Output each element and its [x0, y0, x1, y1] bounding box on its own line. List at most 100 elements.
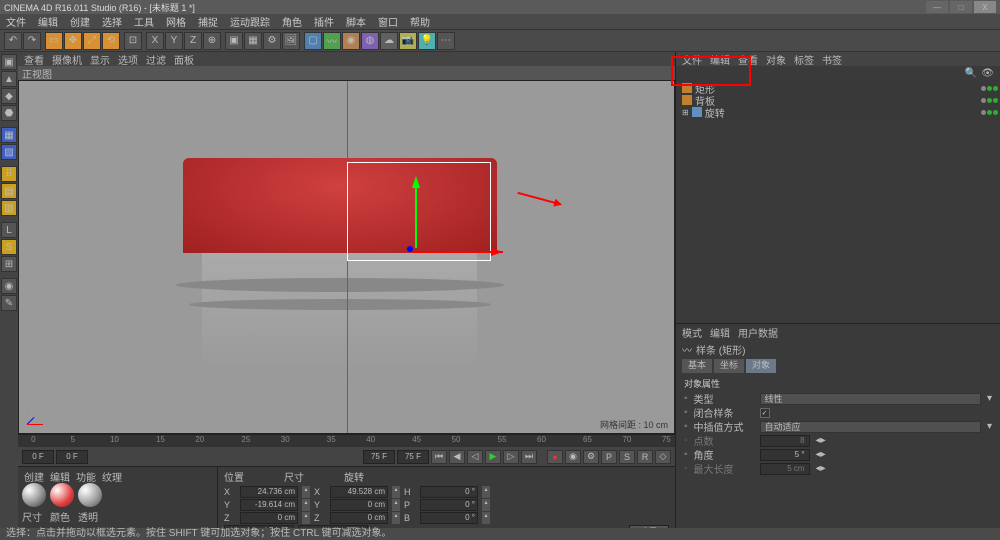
prop-maxlen-input[interactable]: 5 cm [760, 463, 810, 475]
generator-tool[interactable]: ◉ [342, 32, 360, 50]
step-back-button[interactable]: ◀ [449, 450, 465, 464]
undo-button[interactable]: ↶ [4, 32, 22, 50]
camera-tool[interactable]: 📷 [399, 32, 417, 50]
render-view[interactable]: ▣ [225, 32, 243, 50]
goto-end-button[interactable]: ⏭ [521, 450, 537, 464]
mat-tab-edit[interactable]: 编辑 [50, 469, 70, 481]
vp-tab-panel[interactable]: 面板 [174, 52, 194, 67]
timeline-current-frame[interactable]: 0 F [56, 450, 88, 464]
quantize-toggle[interactable]: ⊞ [1, 256, 17, 272]
render-region[interactable]: ▦ [244, 32, 262, 50]
rot-h-input[interactable]: 0 ° [420, 486, 478, 498]
mat-tab-func[interactable]: 功能 [76, 469, 96, 481]
gizmo-x-axis-icon[interactable] [491, 248, 503, 256]
axis-mode[interactable]: L [1, 222, 17, 238]
misc-tool[interactable]: ⋯ [437, 32, 455, 50]
timeline-start-frame[interactable]: 0 F [22, 450, 54, 464]
render-settings[interactable]: ⚙ [263, 32, 281, 50]
points-mode[interactable]: ⠿ [1, 166, 17, 182]
material-ball-1[interactable] [22, 483, 46, 507]
menu-plugins[interactable]: 插件 [314, 14, 334, 29]
spinner-icon[interactable]: ◂▸ [816, 449, 826, 460]
world-axis-toggle[interactable]: ⊕ [203, 32, 221, 50]
vp-tab-options[interactable]: 选项 [118, 52, 138, 67]
timeline-ruler[interactable]: 0 5 10 15 20 25 30 35 40 45 50 55 60 65 … [18, 434, 675, 446]
attr-tab-mode[interactable]: 模式 [682, 325, 702, 340]
vp-tab-camera[interactable]: 摄像机 [52, 52, 82, 67]
om-tab-tags[interactable]: 标签 [794, 52, 814, 67]
animation-mode[interactable]: ⬣ [1, 105, 17, 121]
dropdown-icon[interactable]: ▾ [987, 421, 992, 432]
menu-script[interactable]: 脚本 [346, 14, 366, 29]
primitive-cube[interactable]: ▢ [304, 32, 322, 50]
prop-angle-input[interactable]: 5 ° [760, 449, 810, 461]
expand-icon[interactable]: ⊞ [682, 108, 689, 117]
material-ball-3[interactable] [78, 483, 102, 507]
attr-tab-userdata[interactable]: 用户数据 [738, 325, 778, 340]
picture-viewer[interactable]: 🖼 [282, 32, 300, 50]
workplane-mode[interactable]: ▨ [1, 144, 17, 160]
attr-tab-edit[interactable]: 编辑 [710, 325, 730, 340]
keyframe-options[interactable]: ⚙ [583, 450, 599, 464]
timeline-preview-end[interactable]: 75 F [397, 450, 429, 464]
vp-tab-view[interactable]: 查看 [24, 52, 44, 67]
key-rot-toggle[interactable]: R [637, 450, 653, 464]
make-editable[interactable]: ▣ [1, 54, 17, 70]
object-row-backplate[interactable]: 背板 [678, 94, 998, 106]
spinner-icon[interactable]: ◂▸ [816, 435, 826, 446]
play-back-button[interactable]: ◁ [467, 450, 483, 464]
rot-b-input[interactable]: 0 ° [420, 512, 478, 524]
prop-type-select[interactable]: 线性 [760, 393, 981, 405]
redo-button[interactable]: ↷ [23, 32, 41, 50]
menu-mesh[interactable]: 网格 [166, 14, 186, 29]
rot-p-input[interactable]: 0 ° [420, 499, 478, 511]
spline-tool[interactable]: 〰 [323, 32, 341, 50]
key-params-toggle[interactable]: ◇ [655, 450, 671, 464]
pos-y-input[interactable]: -19.614 cm [240, 499, 298, 511]
vp-tab-filter[interactable]: 过滤 [146, 52, 166, 67]
soft-select[interactable]: ◉ [1, 278, 17, 294]
menu-edit[interactable]: 编辑 [38, 14, 58, 29]
prop-close-checkbox[interactable]: ✓ [760, 408, 770, 418]
key-scale-toggle[interactable]: S [619, 450, 635, 464]
gizmo-y-axis-icon[interactable] [412, 176, 420, 188]
search-icon[interactable]: 🔍 [965, 68, 977, 79]
pos-x-input[interactable]: 24.736 cm [240, 486, 298, 498]
size-z-input[interactable]: 0 cm [330, 512, 388, 524]
mat-tab-create[interactable]: 创建 [24, 469, 44, 481]
minimize-button[interactable]: — [926, 1, 948, 13]
mat-tab-tex[interactable]: 纹理 [102, 469, 122, 481]
step-forward-button[interactable]: ▷ [503, 450, 519, 464]
subtab-basic[interactable]: 基本 [682, 359, 712, 373]
light-tool[interactable]: 💡 [418, 32, 436, 50]
timeline-end-frame[interactable]: 75 F [363, 450, 395, 464]
object-row-lathe[interactable]: ⊞ 旋转 [678, 106, 998, 118]
snap-toggle[interactable]: S [1, 239, 17, 255]
key-pos-toggle[interactable]: P [601, 450, 617, 464]
material-ball-2[interactable] [50, 483, 74, 507]
maximize-button[interactable]: □ [950, 1, 972, 13]
size-y-input[interactable]: 0 cm [330, 499, 388, 511]
om-tab-object[interactable]: 对象 [766, 52, 786, 67]
goto-start-button[interactable]: ⏮ [431, 450, 447, 464]
menu-select[interactable]: 选择 [102, 14, 122, 29]
spinner-icon[interactable]: ◂▸ [816, 463, 826, 474]
axis-y-toggle[interactable]: Y [165, 32, 183, 50]
eye-icon[interactable]: 👁 [981, 68, 994, 79]
menu-motion[interactable]: 运动跟踪 [230, 14, 270, 29]
object-mode[interactable]: ◆ [1, 88, 17, 104]
move-tool[interactable]: ✥ [64, 32, 82, 50]
edges-mode[interactable]: ▤ [1, 183, 17, 199]
axis-x-toggle[interactable]: X [146, 32, 164, 50]
subtab-coord[interactable]: 坐标 [714, 359, 744, 373]
polys-mode[interactable]: ▥ [1, 200, 17, 216]
rotate-tool[interactable]: ⟲ [102, 32, 120, 50]
scale-tool[interactable]: ⤢ [83, 32, 101, 50]
vp-tab-display[interactable]: 显示 [90, 52, 110, 67]
subtab-object[interactable]: 对象 [746, 359, 776, 373]
tweak-mode[interactable]: ✎ [1, 295, 17, 311]
play-forward-button[interactable]: ▶ [485, 450, 501, 464]
menu-create[interactable]: 创建 [70, 14, 90, 29]
object-manager[interactable]: 矩形 背板 ⊞ 旋转 [676, 80, 1000, 122]
axis-z-toggle[interactable]: Z [184, 32, 202, 50]
